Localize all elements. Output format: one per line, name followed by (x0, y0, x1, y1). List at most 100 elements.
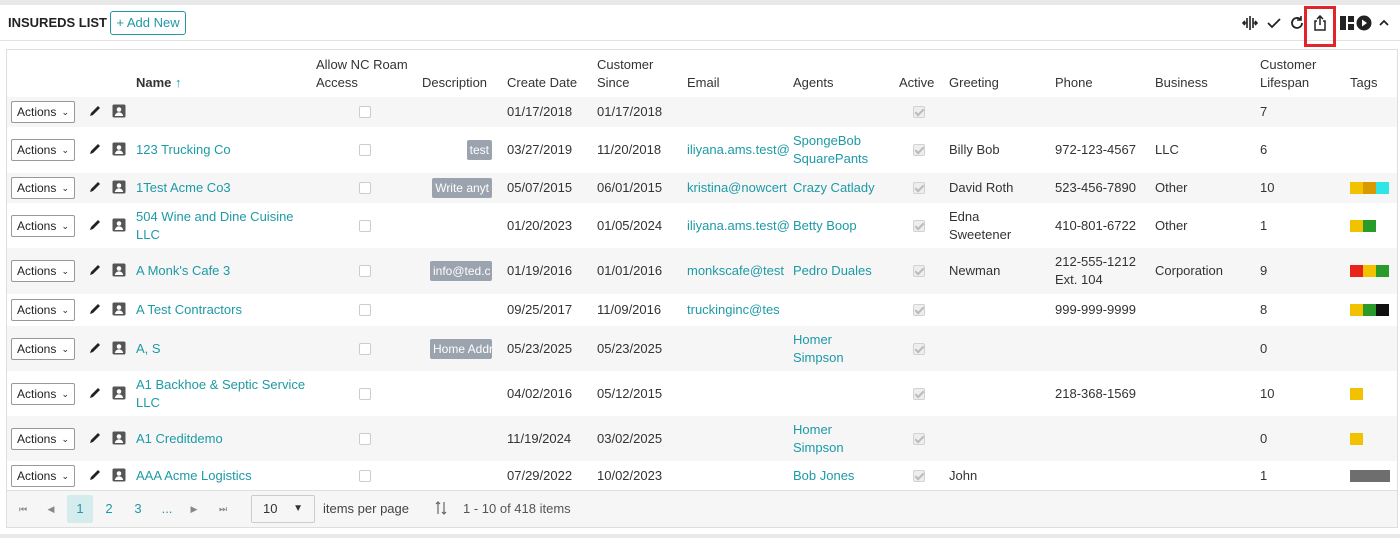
sort-toggle-icon[interactable] (435, 501, 447, 518)
actions-dropdown[interactable]: Actions ⌄ (11, 464, 75, 487)
table-row[interactable]: Actions ⌄ AAA Acme Logistics 07/29/2022 10/0… (7, 461, 1397, 490)
contact-card-icon[interactable] (112, 218, 126, 237)
table-row[interactable]: Actions ⌄ A Test Contractors 09/25/2017 11/0… (7, 294, 1397, 326)
edit-pencil-icon[interactable] (88, 104, 102, 123)
table-row[interactable]: Actions ⌄ A, S Home Addre 05/23/2025 05/23/20… (7, 326, 1397, 371)
tag-chip[interactable] (1363, 304, 1376, 316)
edit-pencil-icon[interactable] (88, 302, 102, 321)
tag-chip[interactable] (1376, 265, 1389, 277)
contact-card-icon[interactable] (112, 104, 126, 123)
actions-dropdown[interactable]: Actions ⌄ (11, 382, 75, 405)
email-link[interactable]: iliyana.ams.test@ (687, 217, 790, 235)
edit-pencil-icon[interactable] (88, 218, 102, 237)
contact-card-icon[interactable] (112, 431, 126, 450)
tag-chip[interactable] (1350, 432, 1363, 445)
agent-link[interactable]: Homer Simpson (793, 421, 844, 457)
contact-card-icon[interactable] (112, 341, 126, 360)
actions-dropdown[interactable]: Actions ⌄ (11, 177, 75, 199)
column-business[interactable]: Business (1155, 74, 1208, 92)
column-name[interactable]: Name ↑ (136, 74, 182, 92)
agent-link[interactable]: Pedro Duales (793, 262, 872, 280)
agent-link[interactable]: SpongeBob SquarePants (793, 132, 868, 168)
edit-pencil-icon[interactable] (88, 468, 102, 487)
email-link[interactable]: truckinginc@tes (687, 301, 790, 319)
column-active[interactable]: Active (899, 74, 934, 92)
tag-chip[interactable] (1350, 304, 1363, 316)
columns-icon[interactable] (1241, 14, 1259, 32)
edit-pencil-icon[interactable] (88, 142, 102, 161)
first-page-icon[interactable]: ⏮ (12, 495, 34, 523)
column-phone[interactable]: Phone (1055, 74, 1093, 92)
edit-pencil-icon[interactable] (88, 263, 102, 282)
actions-dropdown[interactable]: Actions ⌄ (11, 337, 75, 360)
next-page-icon[interactable]: ▶ (183, 495, 205, 523)
column-create-date[interactable]: Create Date (507, 74, 577, 92)
insured-name-link[interactable]: A, S (136, 340, 311, 358)
check-icon[interactable] (1265, 14, 1283, 32)
agent-link[interactable]: Homer Simpson (793, 331, 844, 367)
tag-chip[interactable] (1350, 182, 1363, 194)
tag-chip[interactable] (1350, 469, 1390, 482)
tag-chip[interactable] (1363, 265, 1376, 277)
table-row[interactable]: Actions ⌄ 01/17/2018 01/17/2018 7 (7, 97, 1397, 127)
edit-pencil-icon[interactable] (88, 431, 102, 450)
email-link[interactable]: monkscafe@test (687, 262, 790, 280)
tag-chip[interactable] (1376, 182, 1389, 194)
email-link[interactable]: kristina@nowcert (687, 179, 790, 197)
actions-dropdown[interactable]: Actions ⌄ (11, 260, 75, 282)
tag-chip[interactable] (1363, 182, 1376, 194)
column-agents[interactable]: Agents (793, 74, 833, 92)
page-3[interactable]: 3 (125, 495, 151, 523)
table-row[interactable]: Actions ⌄ 123 Trucking Co test 03/27/2019 11/… (7, 127, 1397, 173)
contact-card-icon[interactable] (112, 468, 126, 487)
column-customer-since[interactable]: Customer Since (597, 56, 653, 92)
actions-dropdown[interactable]: Actions ⌄ (11, 139, 75, 161)
table-row[interactable]: Actions ⌄ A1 Creditdemo 11/19/2024 03/02/202… (7, 416, 1397, 461)
layout-icon[interactable] (1338, 14, 1356, 32)
actions-dropdown[interactable]: Actions ⌄ (11, 299, 75, 321)
table-row[interactable]: Actions ⌄ A Monk's Cafe 3 info@ted.c 01/19/2… (7, 248, 1397, 294)
column-email[interactable]: Email (687, 74, 720, 92)
contact-card-icon[interactable] (112, 302, 126, 321)
actions-dropdown[interactable]: Actions ⌄ (11, 214, 75, 237)
column-customer-lifespan[interactable]: Customer Lifespan (1260, 56, 1316, 92)
insured-name-link[interactable]: A Test Contractors (136, 301, 311, 319)
tag-chip[interactable] (1350, 387, 1363, 400)
edit-pencil-icon[interactable] (88, 386, 102, 405)
agent-link[interactable]: Betty Boop (793, 217, 857, 235)
insured-name-link[interactable]: A1 Backhoe & Septic Service LLC (136, 376, 311, 412)
page-2[interactable]: 2 (96, 495, 122, 523)
column-description[interactable]: Description (422, 74, 487, 92)
edit-pencil-icon[interactable] (88, 341, 102, 360)
page-more[interactable]: ... (154, 495, 180, 523)
edit-pencil-icon[interactable] (88, 180, 102, 199)
contact-card-icon[interactable] (112, 180, 126, 199)
insured-name-link[interactable]: 123 Trucking Co (136, 141, 311, 159)
page-size-select[interactable]: 10 ▼ (251, 495, 315, 523)
insured-name-link[interactable]: A1 Creditdemo (136, 430, 311, 448)
column-allow-nc-roam[interactable]: Allow NC Roam Access (316, 56, 408, 92)
chevron-up-icon[interactable] (1375, 14, 1393, 32)
insured-name-link[interactable]: AAA Acme Logistics (136, 467, 311, 485)
contact-card-icon[interactable] (112, 263, 126, 282)
table-row[interactable]: Actions ⌄ A1 Backhoe & Septic Service LLC 0… (7, 371, 1397, 416)
table-row[interactable]: Actions ⌄ 1Test Acme Co3 Write anyt 05/07/20… (7, 173, 1397, 203)
add-new-button[interactable]: + Add New (110, 11, 186, 35)
prev-page-icon[interactable]: ◀ (40, 495, 62, 523)
contact-card-icon[interactable] (112, 142, 126, 161)
actions-dropdown[interactable]: Actions ⌄ (11, 427, 75, 450)
agent-link[interactable]: Crazy Catlady (793, 179, 875, 197)
tag-chip[interactable] (1363, 219, 1376, 232)
email-link[interactable]: iliyana.ams.test@ (687, 141, 790, 159)
insured-name-link[interactable]: 504 Wine and Dine Cuisine LLC (136, 208, 311, 244)
actions-dropdown[interactable]: Actions ⌄ (11, 101, 75, 123)
tag-chip[interactable] (1376, 304, 1389, 316)
page-1[interactable]: 1 (67, 495, 93, 523)
play-icon[interactable] (1355, 14, 1373, 32)
contact-card-icon[interactable] (112, 386, 126, 405)
column-greeting[interactable]: Greeting (949, 74, 999, 92)
last-page-icon[interactable]: ⏭ (212, 495, 234, 523)
tag-chip[interactable] (1350, 219, 1363, 232)
agent-link[interactable]: Bob Jones (793, 467, 854, 485)
insured-name-link[interactable]: A Monk's Cafe 3 (136, 262, 311, 280)
